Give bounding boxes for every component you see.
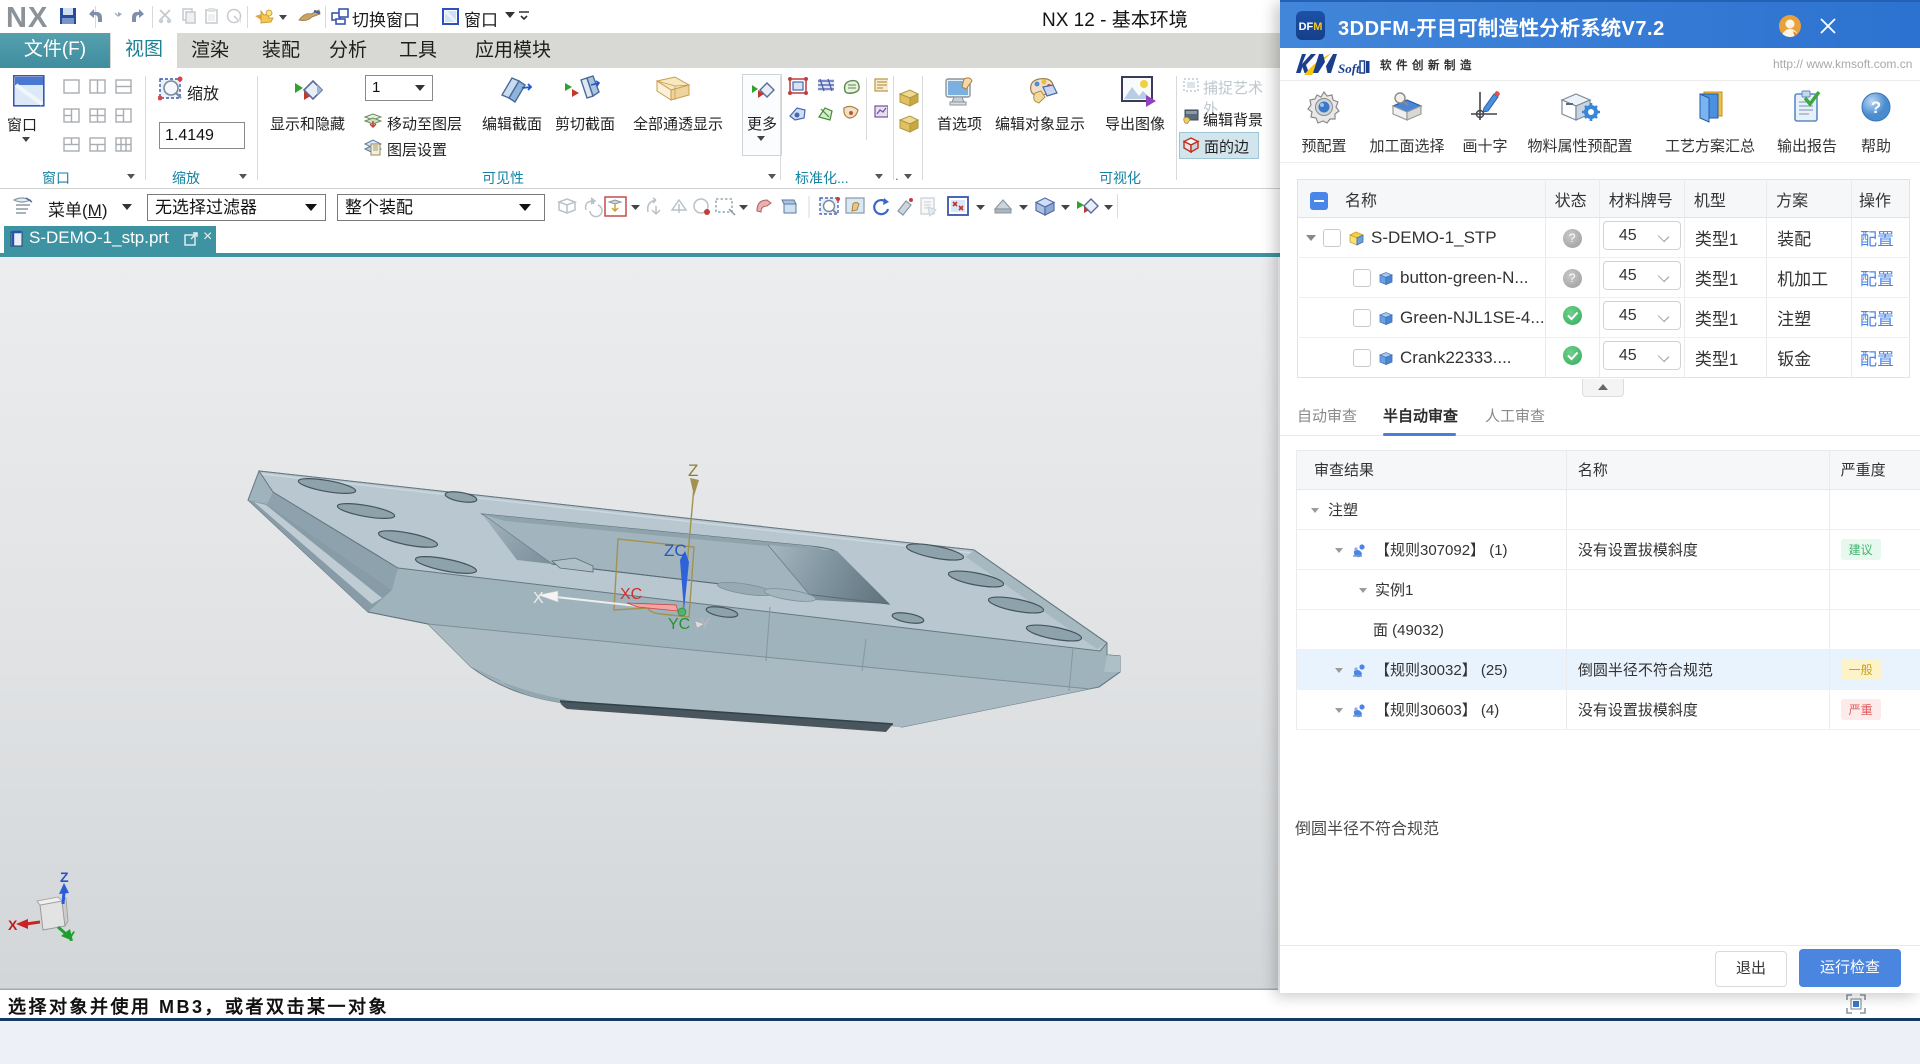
svg-text:Y: Y bbox=[700, 616, 711, 633]
svg-text:Y: Y bbox=[66, 928, 76, 944]
svg-text:YC: YC bbox=[668, 616, 690, 633]
svg-text:Z: Z bbox=[688, 461, 698, 480]
svg-text:ZC: ZC bbox=[664, 541, 687, 560]
svg-text:?: ? bbox=[1871, 98, 1881, 117]
svg-text:X: X bbox=[8, 917, 18, 933]
svg-text:XC: XC bbox=[620, 586, 642, 603]
svg-text:Z: Z bbox=[60, 869, 69, 885]
svg-text:X: X bbox=[533, 590, 544, 607]
svg-text:Soft: Soft bbox=[1338, 61, 1360, 76]
